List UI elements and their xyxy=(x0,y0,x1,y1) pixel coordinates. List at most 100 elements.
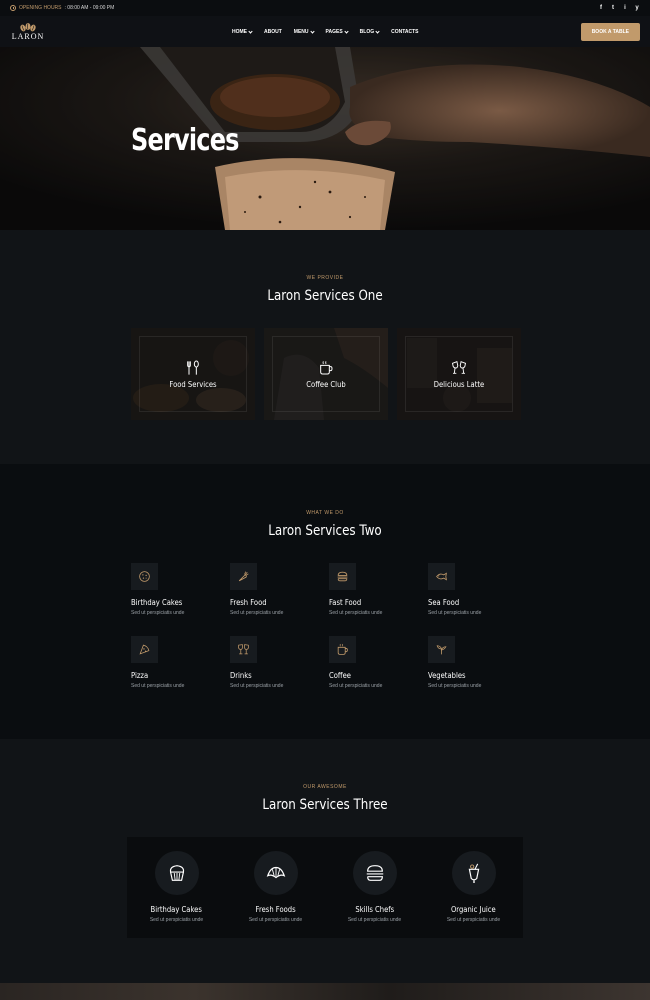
facebook-icon[interactable]: f xyxy=(598,5,604,11)
book-table-button[interactable]: BOOK A TABLE xyxy=(580,22,640,41)
service-item-vegetables[interactable]: Vegetables Sed ut perspiciatis unde xyxy=(428,636,527,689)
service-name: Sea Food xyxy=(428,598,460,607)
nav-item-blog[interactable]: BLOG xyxy=(359,28,380,35)
youtube-icon[interactable]: y xyxy=(634,5,640,11)
feature-item-skills-chefs[interactable]: Skills Chefs Sed ut perspiciatis unde xyxy=(325,837,424,938)
service-icon-box xyxy=(131,636,158,663)
service-desc: Sed ut perspiciatis unde xyxy=(329,610,383,616)
features-panel: Birthday Cakes Sed ut perspiciatis unde … xyxy=(127,837,523,938)
coffee-cup-icon xyxy=(320,361,333,375)
service-item-fast-food[interactable]: Fast Food Sed ut perspiciatis unde xyxy=(329,563,428,616)
feature-icon-circle xyxy=(253,851,298,895)
feature-item-birthday-cakes[interactable]: Birthday Cakes Sed ut perspiciatis unde xyxy=(127,837,226,938)
service-icon-box xyxy=(230,636,257,663)
top-bar: OPENING HOURS : 08:00 AM - 09:00 PM f t … xyxy=(0,0,650,16)
service-desc: Sed ut perspiciatis unde xyxy=(131,683,185,689)
cheers-icon xyxy=(451,361,467,374)
section-title: Laron Services Three xyxy=(262,797,388,813)
card-label: Coffee Club xyxy=(306,380,346,389)
sprout-icon xyxy=(436,645,447,655)
service-item-drinks[interactable]: Drinks Sed ut perspiciatis unde xyxy=(230,636,329,689)
service-icon-box xyxy=(131,563,158,590)
feature-icon-circle xyxy=(154,851,199,895)
section-kicker: WHAT WE DO xyxy=(306,510,344,516)
nav-item-label: PAGES xyxy=(325,28,343,35)
opening-hours-label: OPENING HOURS xyxy=(19,5,62,11)
service-item-birthday-cakes[interactable]: Birthday Cakes Sed ut perspiciatis unde xyxy=(131,563,230,616)
service-name: Birthday Cakes xyxy=(131,598,183,607)
nav-item-label: ABOUT xyxy=(264,28,282,35)
service-desc: Sed ut perspiciatis unde xyxy=(428,610,482,616)
service-name: Fast Food xyxy=(329,598,362,607)
social-links: f t i y xyxy=(598,5,640,11)
feature-name: Organic Juice xyxy=(451,905,496,914)
section-title: Laron Services Two xyxy=(268,523,382,539)
service-icon-box xyxy=(428,563,455,590)
nav-item-menu[interactable]: MENU xyxy=(293,28,315,35)
service-icon-box xyxy=(329,563,356,590)
hero-background-image xyxy=(0,47,650,230)
feature-item-fresh-foods[interactable]: Fresh Foods Sed ut perspiciatis unde xyxy=(226,837,325,938)
footer-image-strip xyxy=(0,983,650,1000)
chevron-down-icon xyxy=(375,28,380,34)
feature-name: Skills Chefs xyxy=(355,905,394,914)
feature-icon-circle xyxy=(352,851,397,895)
service-cards: Food Services Coffee Club Delicious Latt… xyxy=(131,328,521,420)
feature-item-organic-juice[interactable]: Organic Juice Sed ut perspiciatis unde xyxy=(424,837,523,938)
service-item-fresh-food[interactable]: Fresh Food Sed ut perspiciatis unde xyxy=(230,563,329,616)
service-icon-box xyxy=(329,636,356,663)
feature-icon-circle xyxy=(451,851,496,895)
hero-banner: Services xyxy=(0,47,650,230)
main-navigation: LARON HOME ABOUT MENU PAGES BLOG CONTACT… xyxy=(0,16,650,47)
nav-item-label: BLOG xyxy=(359,28,375,35)
service-desc: Sed ut perspiciatis unde xyxy=(131,610,185,616)
nav-item-home[interactable]: HOME xyxy=(232,29,253,35)
coffee-beans-icon xyxy=(20,23,36,32)
service-desc: Sed ut perspiciatis unde xyxy=(230,683,284,689)
service-card-coffee-club[interactable]: Coffee Club xyxy=(264,328,388,420)
nav-menu: HOME ABOUT MENU PAGES BLOG CONTACTS xyxy=(232,29,419,35)
feature-desc: Sed ut perspiciatis unde xyxy=(446,917,501,923)
feature-desc: Sed ut perspiciatis unde xyxy=(347,917,402,923)
service-name: Drinks xyxy=(230,671,252,680)
twitter-icon[interactable]: t xyxy=(610,5,616,11)
services-one-section: WE PROVIDE Laron Services One Food Servi… xyxy=(0,230,650,464)
service-item-pizza[interactable]: Pizza Sed ut perspiciatis unde xyxy=(131,636,230,689)
nav-item-label: MENU xyxy=(293,28,309,35)
service-item-coffee[interactable]: Coffee Sed ut perspiciatis unde xyxy=(329,636,428,689)
burger-icon xyxy=(337,571,348,582)
service-item-sea-food[interactable]: Sea Food Sed ut perspiciatis unde xyxy=(428,563,527,616)
nav-item-label: CONTACTS xyxy=(391,28,419,35)
juice-icon xyxy=(468,863,479,883)
logo[interactable]: LARON xyxy=(10,22,46,41)
cheers-icon xyxy=(238,644,249,655)
cupcake-icon xyxy=(169,865,184,881)
feature-name: Fresh Foods xyxy=(255,905,296,914)
nav-item-pages[interactable]: PAGES xyxy=(325,28,349,35)
services-grid: Birthday Cakes Sed ut perspiciatis unde … xyxy=(131,563,527,689)
service-icon-box xyxy=(428,636,455,663)
fork-spoon-icon xyxy=(187,360,199,375)
fish-icon xyxy=(436,572,447,581)
service-name: Fresh Food xyxy=(230,598,267,607)
card-label: Food Services xyxy=(169,380,217,389)
pizza-icon xyxy=(139,644,150,655)
instagram-icon[interactable]: i xyxy=(622,5,628,11)
chevron-down-icon xyxy=(344,28,349,34)
cookie-icon xyxy=(139,571,150,582)
logo-text: LARON xyxy=(11,32,45,41)
section-kicker: WE PROVIDE xyxy=(306,275,344,281)
service-name: Vegetables xyxy=(428,671,466,680)
nav-item-contacts[interactable]: CONTACTS xyxy=(391,29,418,35)
clock-icon xyxy=(10,5,16,11)
nav-item-about[interactable]: ABOUT xyxy=(264,29,282,35)
service-desc: Sed ut perspiciatis unde xyxy=(329,683,383,689)
service-icon-box xyxy=(230,563,257,590)
service-card-delicious-latte[interactable]: Delicious Latte xyxy=(397,328,521,420)
service-card-food-services[interactable]: Food Services xyxy=(131,328,255,420)
opening-hours-value: : 08:00 AM - 09:00 PM xyxy=(64,5,115,11)
service-name: Coffee xyxy=(329,671,351,680)
services-two-section: WHAT WE DO Laron Services Two Birthday C… xyxy=(0,464,650,739)
section-title: Laron Services One xyxy=(267,288,383,304)
service-name: Pizza xyxy=(131,671,149,680)
